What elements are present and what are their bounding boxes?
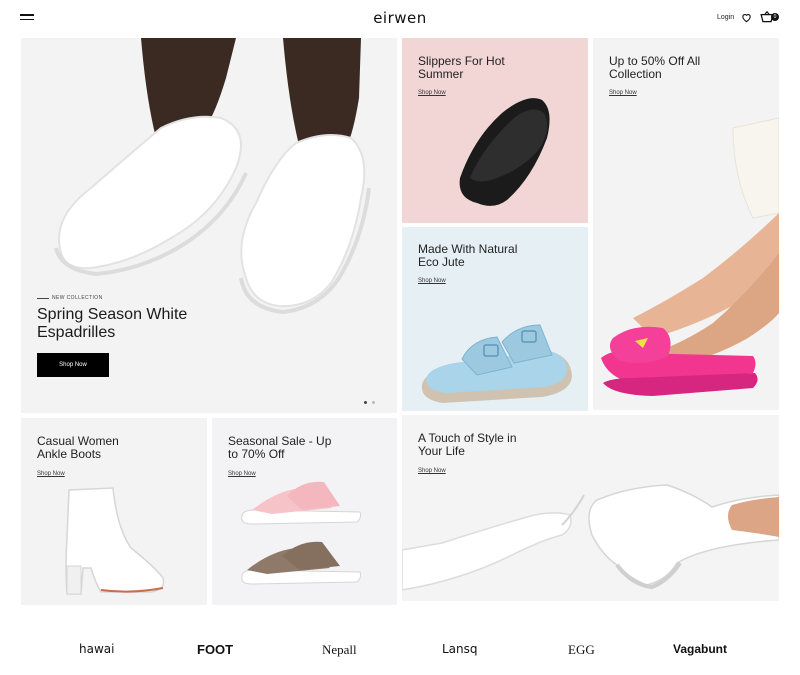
tile-touch-of-style-shop-link[interactable]: Shop Now — [418, 468, 446, 474]
cart-count-badge: 0 — [771, 13, 779, 21]
tile-ankle-boots[interactable]: Casual Women Ankle Boots Shop Now — [21, 418, 207, 605]
tile-seasonal-sale-shop-link[interactable]: Shop Now — [228, 471, 256, 477]
heart-icon[interactable] — [741, 12, 752, 23]
brand-logo-egg[interactable]: EGG — [568, 642, 595, 658]
tile-eco-jute-title: Made With Natural Eco Jute — [418, 243, 517, 269]
tile-discount[interactable]: Up to 50% Off All Collection Shop Now — [593, 38, 779, 410]
slider-dots — [364, 391, 380, 409]
brand-logo-foot[interactable]: FOOT — [197, 642, 233, 657]
tile-slippers-title-line-2: Summer — [418, 67, 464, 81]
tile-ankle-boots-shop-link[interactable]: Shop Now — [37, 471, 65, 477]
slider-dot-2[interactable] — [372, 401, 375, 404]
hero-banner[interactable]: NEW COLLECTION Spring Season White Espad… — [21, 38, 397, 413]
tile-eco-jute-title-line-2: Eco Jute — [418, 255, 465, 269]
tile-discount-title: Up to 50% Off All Collection — [609, 55, 700, 81]
brand-logo-nepall[interactable]: Nepall — [322, 642, 357, 658]
brand-logo-lansq[interactable]: Lansq — [442, 642, 478, 656]
hero-title-line-1: Spring Season White — [37, 306, 188, 323]
hero-title: Spring Season White Espadrilles — [37, 306, 187, 342]
login-link[interactable]: Login — [717, 14, 734, 21]
site-header: eirwen Login 0 — [0, 0, 800, 36]
tile-discount-title-line-2: Collection — [609, 67, 662, 81]
tile-slippers-shop-link[interactable]: Shop Now — [418, 90, 446, 96]
brand-logos-row: hawai FOOT Nepall Lansq EGG Vagabunt — [0, 630, 800, 670]
logo[interactable]: eirwen — [0, 9, 800, 27]
tile-touch-of-style-title: A Touch of Style in Your Life — [418, 432, 517, 458]
tile-slippers-title: Slippers For Hot Summer — [418, 55, 505, 81]
tile-eco-jute[interactable]: Made With Natural Eco Jute Shop Now — [402, 227, 588, 411]
tile-touch-of-style[interactable]: A Touch of Style in Your Life Shop Now — [402, 415, 779, 601]
tile-slippers[interactable]: Slippers For Hot Summer Shop Now — [402, 38, 588, 223]
hero-title-line-2: Espadrilles — [37, 324, 116, 341]
slider-dot-1[interactable] — [364, 401, 367, 404]
brand-logo-vagabunt[interactable]: Vagabunt — [673, 642, 727, 656]
tile-seasonal-sale-title-line-2: to 70% Off — [228, 447, 285, 461]
tile-touch-of-style-title-line-2: Your Life — [418, 444, 465, 458]
tile-ankle-boots-title-line-2: Ankle Boots — [37, 447, 102, 461]
tile-seasonal-sale[interactable]: Seasonal Sale - Up to 70% Off Shop Now — [212, 418, 397, 605]
brand-logo-hawai[interactable]: hawai — [79, 642, 114, 656]
tile-seasonal-sale-title: Seasonal Sale - Up to 70% Off — [228, 435, 331, 461]
eyebrow-divider — [37, 298, 49, 299]
hero-eyebrow: NEW COLLECTION — [52, 295, 103, 301]
tile-discount-shop-link[interactable]: Shop Now — [609, 90, 637, 96]
hero-shop-now-button[interactable]: Shop Now — [37, 353, 109, 377]
tile-eco-jute-shop-link[interactable]: Shop Now — [418, 278, 446, 284]
tile-ankle-boots-title: Casual Women Ankle Boots — [37, 435, 119, 461]
